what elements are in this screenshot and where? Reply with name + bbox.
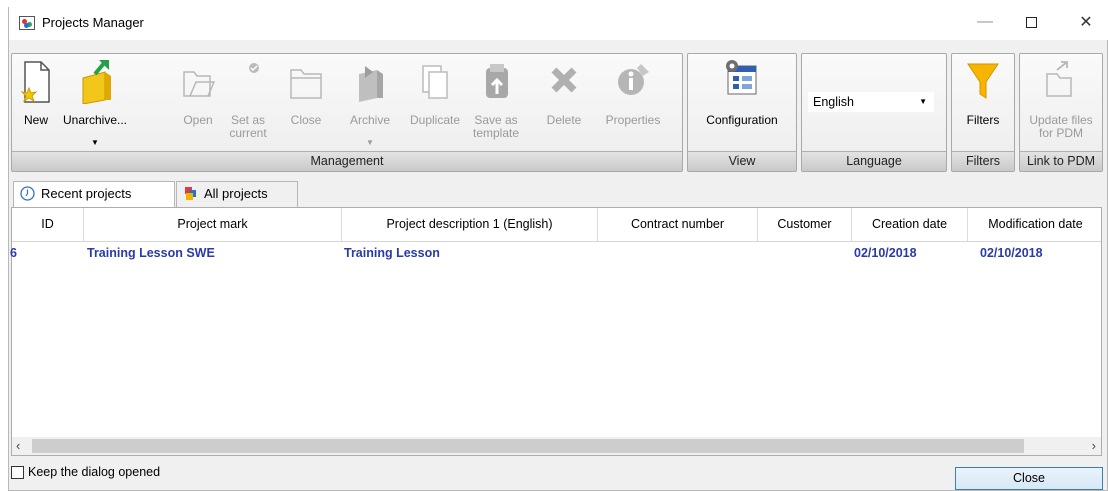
filters-group-label: Filters bbox=[952, 151, 1014, 171]
duplicate-label: Duplicate bbox=[409, 113, 461, 127]
col-header-description[interactable]: Project description 1 (English) bbox=[342, 208, 598, 241]
language-group-label: Language bbox=[802, 151, 946, 171]
language-selected: English bbox=[813, 95, 854, 109]
cell-project-mark: Training Lesson SWE bbox=[87, 246, 215, 260]
update-files-pdm-label: Update files for PDM bbox=[1029, 113, 1093, 140]
unarchive-label: Unarchive... bbox=[62, 113, 128, 127]
table-header: ID Project mark Project description 1 (E… bbox=[12, 208, 1101, 242]
configuration-label: Configuration bbox=[706, 113, 778, 127]
col-header-project-mark[interactable]: Project mark bbox=[84, 208, 342, 241]
col-header-contract[interactable]: Contract number bbox=[598, 208, 758, 241]
keep-dialog-label: Keep the dialog opened bbox=[28, 465, 161, 479]
delete-icon bbox=[551, 67, 577, 93]
save-as-template-label: Save as template bbox=[472, 113, 520, 140]
filters-group: Filters Filters bbox=[951, 53, 1015, 172]
set-as-current-label: Set as current bbox=[229, 113, 267, 140]
duplicate-button[interactable]: Duplicate bbox=[406, 58, 464, 150]
archive-dropdown-icon: ▼ bbox=[366, 138, 374, 147]
filters-button[interactable]: Filters bbox=[954, 58, 1012, 150]
window-title: Projects Manager bbox=[42, 15, 144, 30]
close-window-button[interactable]: ✕ bbox=[1063, 7, 1108, 37]
cell-id: 6 bbox=[10, 246, 17, 260]
keep-dialog-opened[interactable]: Keep the dialog opened bbox=[11, 465, 160, 479]
unarchive-button[interactable]: Unarchive... ▼ bbox=[60, 58, 130, 150]
language-select[interactable]: English ▼ bbox=[808, 92, 934, 112]
tab-recent-label: Recent projects bbox=[41, 186, 132, 201]
cell-description: Training Lesson bbox=[344, 246, 440, 260]
minimize-button[interactable]: — bbox=[962, 7, 1008, 37]
new-label: New bbox=[23, 113, 48, 127]
unarchive-icon bbox=[82, 60, 111, 104]
close-project-label: Close bbox=[290, 113, 322, 127]
management-group-label: Management bbox=[12, 151, 682, 171]
configuration-icon bbox=[726, 60, 757, 95]
open-icon bbox=[183, 71, 216, 97]
archive-button[interactable]: Archive ▼ bbox=[342, 58, 398, 150]
properties-button[interactable]: Properties bbox=[592, 58, 674, 150]
cell-modification-date: 02/10/2018 bbox=[980, 246, 1043, 260]
delete-button[interactable]: Delete bbox=[542, 58, 586, 150]
unarchive-dropdown-icon: ▼ bbox=[91, 138, 99, 147]
projects-manager-window: Projects Manager — ✕ New Unarchive... ▼ … bbox=[8, 7, 1108, 491]
filter-icon bbox=[967, 63, 999, 99]
chevron-down-icon: ▼ bbox=[919, 97, 927, 106]
update-pdm-icon bbox=[1046, 61, 1072, 97]
app-icon bbox=[19, 16, 35, 30]
set-current-icon bbox=[249, 63, 259, 73]
properties-icon bbox=[618, 64, 649, 95]
pdm-group-label: Link to PDM bbox=[1020, 151, 1102, 171]
duplicate-icon bbox=[422, 65, 448, 99]
scroll-left-icon[interactable]: ‹ bbox=[16, 437, 20, 455]
management-group: New Unarchive... ▼ Open Set as current C… bbox=[11, 53, 683, 172]
set-as-current-button[interactable]: Set as current bbox=[222, 58, 274, 150]
cell-creation-date: 02/10/2018 bbox=[854, 246, 917, 260]
tab-all-projects[interactable]: All projects bbox=[176, 181, 298, 207]
scroll-right-icon[interactable]: › bbox=[1092, 437, 1096, 455]
table-row[interactable]: 6 Training Lesson SWE Training Lesson 02… bbox=[10, 243, 1101, 263]
all-projects-icon bbox=[185, 187, 196, 200]
title-bar: Projects Manager — ✕ bbox=[9, 7, 1108, 40]
close-project-icon bbox=[290, 69, 322, 99]
archive-label: Archive bbox=[349, 113, 390, 127]
keep-dialog-checkbox[interactable] bbox=[11, 465, 24, 479]
col-header-id[interactable]: ID bbox=[12, 208, 84, 241]
maximize-button[interactable] bbox=[1008, 7, 1054, 37]
archive-icon bbox=[359, 66, 383, 102]
projects-table: ID Project mark Project description 1 (E… bbox=[10, 207, 1102, 456]
horizontal-scrollbar[interactable]: ‹ › bbox=[12, 437, 1101, 455]
close-button[interactable]: Close bbox=[955, 467, 1103, 490]
language-group: English ▼ Language bbox=[801, 53, 947, 172]
save-template-icon bbox=[486, 64, 508, 98]
col-header-creation-date[interactable]: Creation date bbox=[852, 208, 968, 241]
tab-all-label: All projects bbox=[204, 186, 268, 201]
new-button[interactable]: New bbox=[14, 58, 58, 150]
delete-label: Delete bbox=[546, 113, 582, 127]
filters-label: Filters bbox=[966, 113, 1000, 127]
open-button[interactable]: Open bbox=[178, 58, 218, 150]
tab-recent-projects[interactable]: Recent projects bbox=[13, 181, 175, 208]
clock-icon bbox=[20, 186, 35, 201]
scrollbar-thumb[interactable] bbox=[32, 439, 1024, 453]
configuration-button[interactable]: Configuration bbox=[690, 58, 794, 150]
properties-label: Properties bbox=[605, 113, 661, 127]
close-project-button[interactable]: Close bbox=[282, 58, 330, 150]
view-group-label: View bbox=[688, 151, 796, 171]
save-as-template-button[interactable]: Save as template bbox=[468, 58, 524, 150]
view-group: Configuration View bbox=[687, 53, 797, 172]
col-header-modification-date[interactable]: Modification date bbox=[968, 208, 1103, 241]
new-icon bbox=[20, 61, 50, 103]
update-files-pdm-button[interactable]: Update files for PDM bbox=[1022, 58, 1100, 150]
open-label: Open bbox=[183, 113, 213, 127]
pdm-group: Update files for PDM Link to PDM bbox=[1019, 53, 1103, 172]
col-header-customer[interactable]: Customer bbox=[758, 208, 852, 241]
